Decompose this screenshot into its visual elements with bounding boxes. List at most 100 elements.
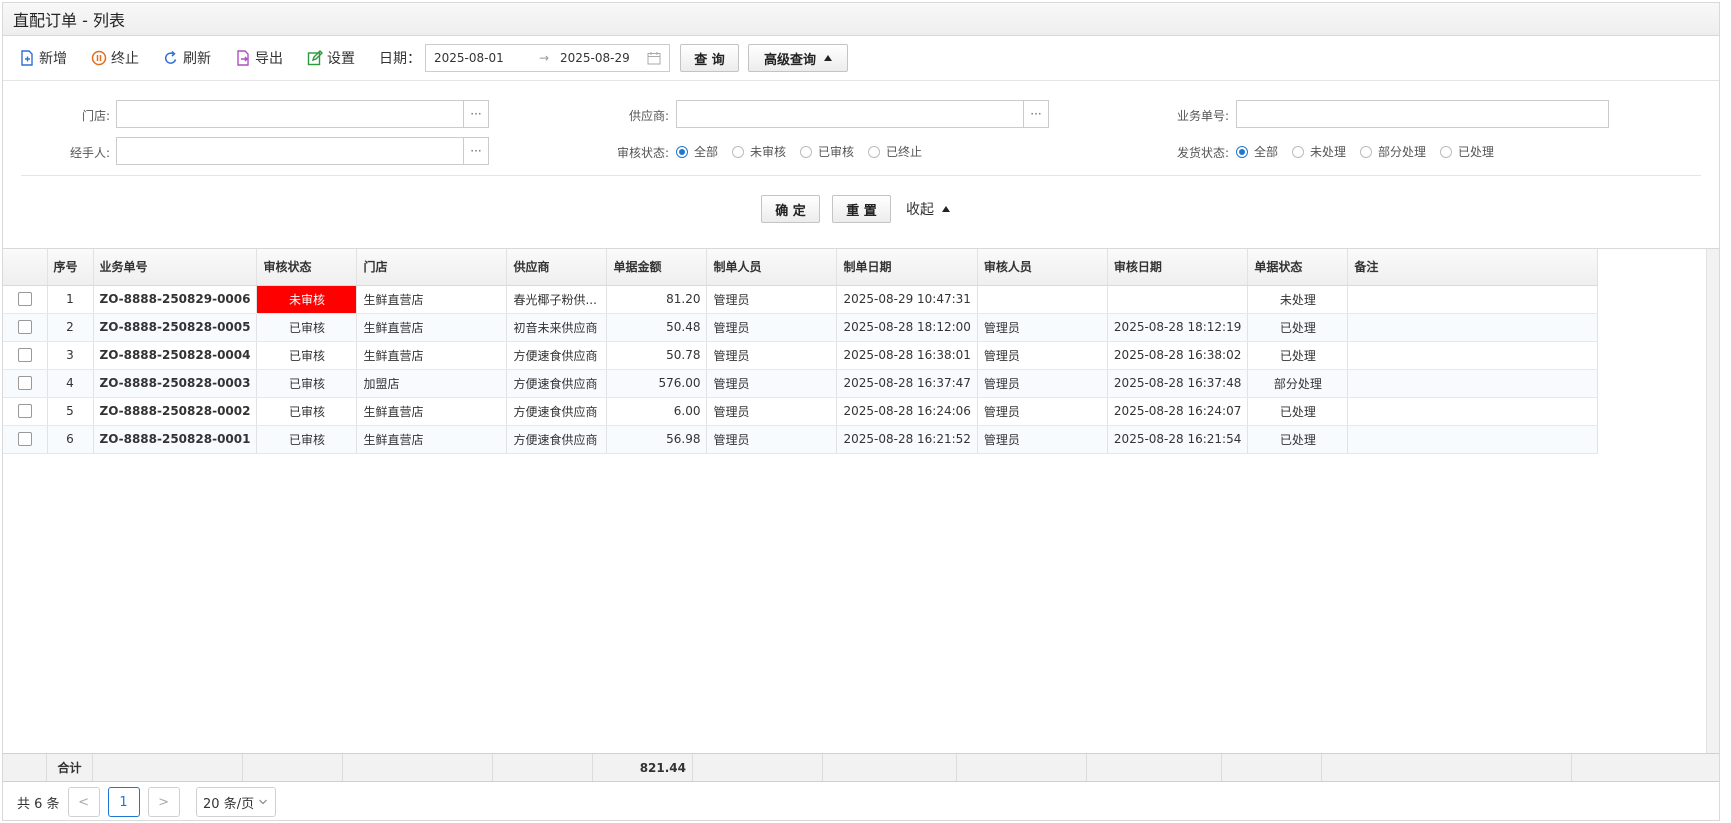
cell-bizno-link[interactable]: ZO-8888-250828-0002 [93,397,258,426]
add-label: 新增 [39,51,67,67]
caret-up-icon [942,206,950,212]
calendar-icon[interactable] [647,51,661,65]
row-checkbox[interactable] [17,292,32,307]
header-amount[interactable]: 单据金额 [606,249,708,286]
row-select-cell [3,341,48,370]
refresh-button[interactable]: 刷新 [163,48,211,68]
row-checkbox[interactable] [17,376,32,391]
reset-button[interactable]: 重 置 [832,195,891,223]
bizno-input[interactable] [1236,100,1609,128]
page-size-select[interactable]: 20 条/页 [195,787,276,817]
cell-auditor: 管理员 [977,369,1108,398]
cell-auditor: 管理员 [977,313,1108,342]
row-checkbox[interactable] [17,432,32,447]
table-row[interactable]: 5 ZO-8888-250828-0002 已审核 生鲜直营店 方便速食供应商 … [3,397,1599,426]
add-button[interactable]: 新增 [19,48,67,68]
audit-radio-terminated[interactable]: 已终止 [868,143,922,160]
cell-bizno-link[interactable]: ZO-8888-250828-0004 [93,341,258,370]
cell-store: 生鲜直营店 [356,285,508,314]
audit-radio-all[interactable]: 全部 [676,143,718,160]
stop-button[interactable]: 终止 [91,48,139,68]
cell-remark [1347,369,1599,398]
date-from[interactable]: 2025-08-01 [434,51,532,65]
store-picker-button[interactable]: ··· [463,100,489,128]
cell-remark [1347,285,1599,314]
query-button[interactable]: 查 询 [680,44,739,72]
table-row[interactable]: 6 ZO-8888-250828-0001 已审核 生鲜直营店 方便速食供应商 … [3,425,1599,454]
ship-radio-all[interactable]: 全部 [1236,143,1278,160]
date-to[interactable]: 2025-08-29 [556,51,642,65]
audit-radio-audited[interactable]: 已审核 [800,143,854,160]
collapse-toggle[interactable]: 收起 [906,199,950,219]
cell-no: 6 [47,425,94,454]
cell-audit-date: 2025-08-28 16:21:54 [1107,425,1249,454]
cell-supplier: 方便速食供应商 [506,369,608,398]
header-no[interactable]: 序号 [47,249,94,286]
cell-bizno-link[interactable]: ZO-8888-250828-0003 [93,369,258,398]
header-bizno[interactable]: 业务单号 [93,249,258,286]
header-audit-status[interactable]: 审核状态 [256,249,358,286]
table-row[interactable]: 1 ZO-8888-250829-0006 未审核 生鲜直营店 春光椰子粉供..… [3,285,1599,314]
audit-status-radio-group: 全部 未审核 已审核 已终止 [676,143,936,160]
row-checkbox[interactable] [17,404,32,419]
cell-supplier: 方便速食供应商 [506,425,608,454]
header-supplier[interactable]: 供应商 [506,249,608,286]
cell-amount: 50.78 [606,341,708,370]
row-checkbox[interactable] [17,320,32,335]
ship-radio-unprocessed[interactable]: 未处理 [1292,143,1346,160]
supplier-input[interactable]: ··· [676,100,1049,128]
export-button[interactable]: 导出 [235,48,283,68]
supplier-picker-button[interactable]: ··· [1023,100,1049,128]
cell-bizno-link[interactable]: ZO-8888-250828-0005 [93,313,258,342]
row-checkbox[interactable] [17,348,32,363]
ship-radio-processed[interactable]: 已处理 [1440,143,1494,160]
header-created-date[interactable]: 制单日期 [836,249,978,286]
audit-radio-unaudited[interactable]: 未审核 [732,143,786,160]
ship-status-label: 发货状态: [1176,146,1229,160]
cell-bizno-link[interactable]: ZO-8888-250828-0001 [93,425,258,454]
settings-button[interactable]: 设置 [307,48,355,68]
header-audit-date[interactable]: 审核日期 [1107,249,1249,286]
cell-doc-status: 已处理 [1247,397,1349,426]
cell-audit-date: 2025-08-28 16:24:07 [1107,397,1249,426]
confirm-button[interactable]: 确 定 [761,195,820,223]
export-label: 导出 [255,51,283,67]
table-row[interactable]: 3 ZO-8888-250828-0004 已审核 生鲜直营店 方便速食供应商 … [3,341,1599,370]
ship-radio-partial[interactable]: 部分处理 [1360,143,1426,160]
cell-no: 3 [47,341,94,370]
radio-dot [1360,145,1373,158]
cell-amount: 50.48 [606,313,708,342]
prev-page-button[interactable]: < [67,787,100,817]
audit-option-label: 未审核 [750,145,787,159]
header-remark[interactable]: 备注 [1347,249,1599,286]
cell-remark [1347,341,1599,370]
header-doc-status[interactable]: 单据状态 [1247,249,1349,286]
cell-bizno-link[interactable]: ZO-8888-250829-0006 [93,285,258,314]
handler-picker-button[interactable]: ··· [463,137,489,165]
table-row[interactable]: 4 ZO-8888-250828-0003 已审核 加盟店 方便速食供应商 57… [3,369,1599,398]
cell-auditor [977,285,1108,314]
ship-status-radio-group: 全部 未处理 部分处理 已处理 [1236,143,1508,160]
date-range-picker[interactable]: 2025-08-01 → 2025-08-29 [425,44,670,72]
vertical-scrollbar[interactable] [1706,249,1719,754]
cell-auditor: 管理员 [977,397,1108,426]
next-page-button[interactable]: > [147,787,180,817]
ship-option-label: 全部 [1254,145,1279,159]
header-store[interactable]: 门店 [356,249,508,286]
filter-divider [21,175,1701,176]
handler-input[interactable]: ··· [116,137,489,165]
advanced-query-button[interactable]: 高级查询 [748,44,848,72]
cell-audit-status: 未审核 [256,285,358,314]
header-creator[interactable]: 制单人员 [706,249,838,286]
header-auditor[interactable]: 审核人员 [977,249,1108,286]
store-input[interactable]: ··· [116,100,489,128]
cell-doc-status: 已处理 [1247,341,1349,370]
toolbar: 新增 终止 刷新 导出 设置 日期： 2025-08-01 → 2025-08-… [3,36,1719,81]
cell-creator: 管理员 [706,369,838,398]
refresh-icon [164,50,177,64]
pause-icon [91,50,107,66]
page-1-button[interactable]: 1 [107,787,140,817]
page-size-label: 20 条/页 [203,796,255,812]
ship-option-label: 未处理 [1310,145,1347,159]
table-row[interactable]: 2 ZO-8888-250828-0005 已审核 生鲜直营店 初音未来供应商 … [3,313,1599,342]
